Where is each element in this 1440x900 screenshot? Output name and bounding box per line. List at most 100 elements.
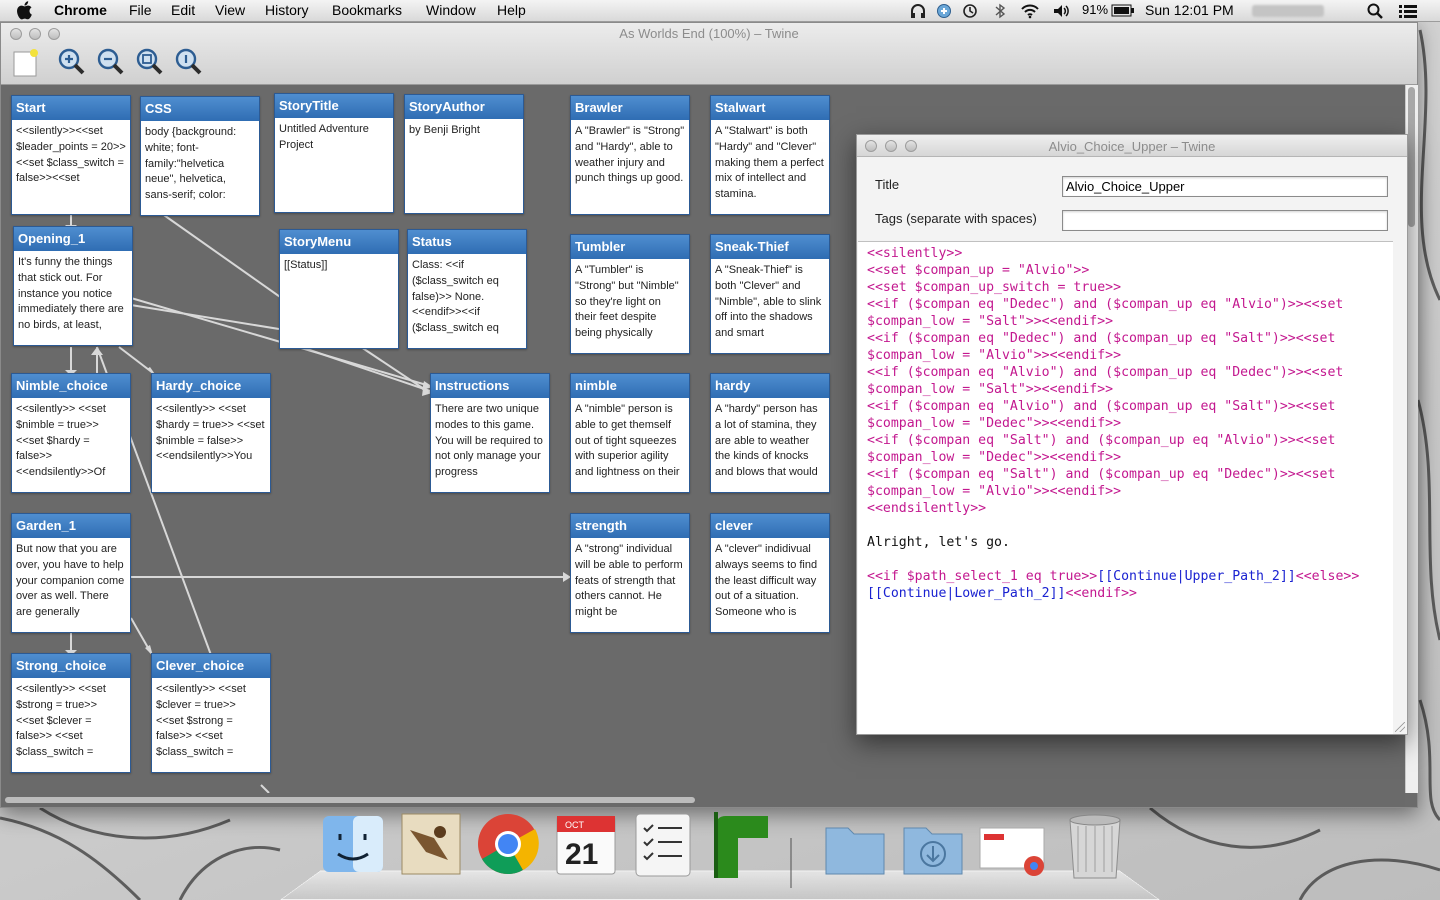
calendar-icon[interactable]: OCT 21 <box>551 808 621 886</box>
bluetooth-icon[interactable] <box>994 3 1006 19</box>
apple-icon[interactable] <box>16 1 33 20</box>
passage-card[interactable]: clever A "clever" indidivual always seems… <box>710 513 830 633</box>
passage-excerpt: A "nimble" person is able to get themsel… <box>575 403 680 479</box>
passage-card[interactable]: StoryMenu [[Status]] <box>279 229 399 349</box>
passage-card[interactable]: hardy A "hardy" person has a lot of stami… <box>710 373 830 493</box>
window-title: As Worlds End (100%) – Twine <box>619 26 799 41</box>
code-line: <<if ($compan eq "Dedec") and ($compan_u… <box>867 331 1336 346</box>
editor-titlebar[interactable]: Alvio_Choice_Upper – Twine <box>857 135 1407 157</box>
passage-text-editor[interactable]: <<silently>> <<set $compan_up = "Alvio">>… <box>858 241 1393 734</box>
menu-edit[interactable]: Edit <box>171 2 195 18</box>
menu-bar: Chrome File Edit View History Bookmarks … <box>0 0 1440 22</box>
resize-grip[interactable] <box>1395 722 1405 732</box>
passage-card[interactable]: Brawler A "Brawler" is "Strong" and "Hard… <box>570 95 690 215</box>
new-passage-icon[interactable] <box>11 47 41 77</box>
passage-card[interactable]: Strong_choice <<silently>> <<set $strong … <box>11 653 131 773</box>
passage-card[interactable]: strength A "strong" individual will be ab… <box>570 513 690 633</box>
passage-card[interactable]: Nimble_choice <<silently>> <<set $nimble … <box>11 373 131 493</box>
passage-excerpt: by Benji Bright <box>409 124 480 136</box>
passage-title: Sneak-Thief <box>711 235 829 259</box>
headphones-icon[interactable] <box>910 3 926 19</box>
user-name-redacted[interactable] <box>1252 5 1324 17</box>
passage-excerpt: It's funny the things that stick out. Fo… <box>18 256 124 332</box>
passage-card[interactable]: nimble A "nimble" person is able to get t… <box>570 373 690 493</box>
menu-app-chrome[interactable]: Chrome <box>54 2 107 18</box>
finder-icon[interactable] <box>318 808 388 886</box>
menu-window[interactable]: Window <box>426 2 476 18</box>
time-machine-icon[interactable] <box>962 3 978 19</box>
passage-title: Hardy_choice <box>152 374 270 398</box>
battery-percent[interactable]: 91% <box>1082 2 1108 17</box>
mail-icon[interactable] <box>396 808 466 886</box>
passage-excerpt: A "Stalwart" is both "Hardy" and "Clever… <box>715 125 824 201</box>
zoom-actual-icon[interactable] <box>173 47 203 77</box>
passage-excerpt: A "Tumbler" is "Strong" but "Nimble" so … <box>575 264 679 340</box>
passage-excerpt: But now that you are over, you have to h… <box>16 543 125 619</box>
code-line: <<endsilently>> <box>867 501 987 516</box>
horizontal-scroll-thumb[interactable] <box>5 797 695 803</box>
passage-card[interactable]: Instructions There are two unique modes t… <box>430 373 550 493</box>
calendar-day: 21 <box>565 838 598 871</box>
passage-title: CSS <box>141 97 259 121</box>
twine-icon[interactable] <box>706 808 776 886</box>
reminders-icon[interactable] <box>628 808 698 886</box>
chrome-icon[interactable] <box>473 808 543 886</box>
link-lower[interactable]: [[Continue|Lower_Path_2]] <box>867 586 1066 601</box>
zoom-out-icon[interactable] <box>95 47 125 77</box>
menu-file[interactable]: File <box>129 2 152 18</box>
editor-title: Alvio_Choice_Upper – Twine <box>1048 139 1216 154</box>
passage-card[interactable]: Clever_choice <<silently>> <<set $clever … <box>151 653 271 773</box>
passage-excerpt: <<silently>> <<set $nimble = true>> <<se… <box>16 403 106 479</box>
passage-card[interactable]: Start <<silently>><<set $leader_points = … <box>11 95 131 215</box>
menu-history[interactable]: History <box>265 2 309 18</box>
title-field[interactable]: Alvio_Choice_Upper <box>1062 176 1388 197</box>
zoom-fit-icon[interactable] <box>134 47 164 77</box>
passage-excerpt: <<silently>><<set $leader_points = 20>><… <box>16 125 126 185</box>
sync-status-icon[interactable] <box>936 3 952 19</box>
code-line: $compan_low = "Dedec">><<endif>> <box>867 416 1122 431</box>
passage-excerpt: body {background: white; font-family:"he… <box>145 126 237 202</box>
passage-title: Status <box>408 230 526 254</box>
trash-icon[interactable] <box>1060 808 1130 886</box>
spotlight-search-icon[interactable] <box>1367 3 1383 19</box>
wifi-icon[interactable] <box>1020 3 1040 19</box>
passage-card[interactable]: CSS body {background: white; font-family:… <box>140 96 260 216</box>
passage-card[interactable]: Hardy_choice <<silently>> <<set $hardy = … <box>151 373 271 493</box>
zoom-in-icon[interactable] <box>56 47 86 77</box>
code-line-links-2: [[Continue|Lower_Path_2]]<<endif>> <box>867 585 1384 602</box>
passage-card[interactable]: StoryAuthor by Benji Bright <box>404 94 524 214</box>
code-line: <<silently>> <box>867 246 963 261</box>
tags-field[interactable] <box>1062 210 1388 231</box>
code-line: <<if ($compan eq "Alvio") and ($compan_u… <box>867 399 1336 414</box>
clock[interactable]: Sun 12:01 PM <box>1145 2 1234 18</box>
downloads-icon[interactable] <box>898 808 968 886</box>
volume-icon[interactable] <box>1052 3 1072 19</box>
passage-card[interactable]: Status Class: <<if ($class_switch eq fals… <box>407 229 527 349</box>
menu-bookmarks[interactable]: Bookmarks <box>332 2 402 18</box>
window-titlebar[interactable]: As Worlds End (100%) – Twine <box>1 23 1417 85</box>
folder-icon[interactable] <box>820 808 890 886</box>
passage-card[interactable]: Sneak-Thief A "Sneak-Thief" is both "Clev… <box>710 234 830 354</box>
code-line: Alright, let's go. <box>867 535 1010 550</box>
notification-center-icon[interactable] <box>1398 3 1418 19</box>
link-upper[interactable]: [[Continue|Upper_Path_2]] <box>1097 569 1296 584</box>
horizontal-scrollbar[interactable] <box>1 793 1405 807</box>
menu-view[interactable]: View <box>215 2 245 18</box>
passage-card[interactable]: Tumbler A "Tumbler" is "Strong" but "Nimb… <box>570 234 690 354</box>
vertical-scroll-thumb[interactable] <box>1408 87 1415 227</box>
passage-card[interactable]: StoryTitle Untitled Adventure Project <box>274 93 394 213</box>
passage-card[interactable]: Garden_1 But now that you are over, you h… <box>11 513 131 633</box>
document-stack-icon[interactable] <box>976 808 1046 886</box>
passage-excerpt: A "hardy" person has a lot of stamina, t… <box>715 403 818 479</box>
tags-label: Tags (separate with spaces) <box>875 211 1037 226</box>
menu-help[interactable]: Help <box>497 2 526 18</box>
passage-editor-window: Alvio_Choice_Upper – Twine Title Alvio_C… <box>856 134 1408 735</box>
calendar-month: OCT <box>565 820 585 830</box>
passage-card[interactable]: Stalwart A "Stalwart" is both "Hardy" and… <box>710 95 830 215</box>
passage-excerpt: Untitled Adventure Project <box>279 123 369 151</box>
passage-card[interactable]: Opening_1 It's funny the things that stic… <box>13 226 133 346</box>
macro-endif: <<endif>> <box>1065 586 1137 601</box>
battery-icon[interactable] <box>1111 4 1135 18</box>
